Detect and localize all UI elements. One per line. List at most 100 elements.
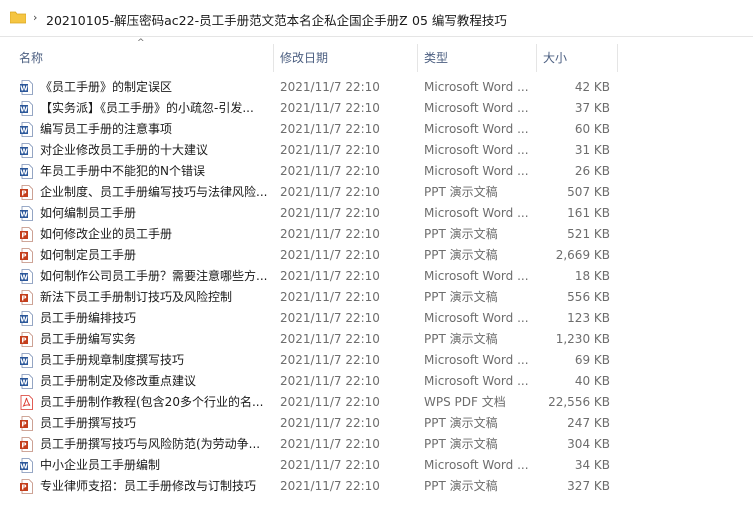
svg-text:W: W bbox=[20, 274, 28, 282]
file-name: 【实务派】《员工手册》的小疏忽-引发... bbox=[40, 101, 254, 115]
file-type: Microsoft Word ... bbox=[424, 164, 529, 178]
file-row[interactable]: W 编写员工手册的注意事项 2021/11/7 22:10 Microsoft Wor… bbox=[0, 119, 753, 140]
ppt-icon: P bbox=[20, 248, 33, 263]
ppt-icon: P bbox=[20, 227, 33, 242]
word-icon: W bbox=[20, 164, 33, 179]
file-date: 2021/11/7 22:10 bbox=[280, 185, 380, 199]
file-size: 40 KB bbox=[574, 374, 610, 388]
file-name: 员工手册制定及修改重点建议 bbox=[40, 374, 197, 388]
chevron-right-icon[interactable]: › bbox=[33, 11, 37, 24]
svg-text:W: W bbox=[20, 127, 28, 135]
file-type: Microsoft Word ... bbox=[424, 374, 529, 388]
file-name: 编写员工手册的注意事项 bbox=[40, 122, 173, 136]
file-type: Microsoft Word ... bbox=[424, 206, 529, 220]
file-row[interactable]: W 如何制作公司员工手册？需要注意哪些方... 2021/11/7 22:10 Mic… bbox=[0, 266, 753, 287]
file-size: 26 KB bbox=[574, 164, 610, 178]
file-name: 员工手册编排技巧 bbox=[40, 311, 137, 325]
column-divider[interactable] bbox=[273, 44, 274, 72]
file-type: PPT 演示文稿 bbox=[424, 290, 498, 304]
file-type: WPS PDF 文档 bbox=[424, 395, 506, 409]
svg-text:P: P bbox=[21, 253, 26, 261]
file-name: 员工手册撰写技巧 bbox=[40, 416, 137, 430]
column-header-date[interactable]: 修改日期 bbox=[280, 44, 328, 72]
file-size: 34 KB bbox=[574, 458, 610, 472]
file-row[interactable]: P 新法下员工手册制订技巧及风险控制 2021/11/7 22:10 PPT 演示文稿… bbox=[0, 287, 753, 308]
file-type: Microsoft Word ... bbox=[424, 143, 529, 157]
file-row[interactable]: W 《员工手册》的制定误区 2021/11/7 22:10 Microsoft Wor… bbox=[0, 77, 753, 98]
file-date: 2021/11/7 22:10 bbox=[280, 143, 380, 157]
chevron-right-icon[interactable]: › bbox=[399, 11, 403, 24]
file-row[interactable]: P 员工手册编写实务 2021/11/7 22:10 PPT 演示文稿 1,230 KB bbox=[0, 329, 753, 350]
file-name: 如何修改企业的员工手册 bbox=[40, 227, 173, 241]
file-type: Microsoft Word ... bbox=[424, 122, 529, 136]
file-row[interactable]: W 如何编制员工手册 2021/11/7 22:10 Microsoft Word .… bbox=[0, 203, 753, 224]
column-divider[interactable] bbox=[417, 44, 418, 72]
file-size: 37 KB bbox=[574, 101, 610, 115]
file-row[interactable]: 员工手册制作教程(包含20多个行业的名... 2021/11/7 22:10 WPS… bbox=[0, 392, 753, 413]
file-row[interactable]: W 【实务派】《员工手册》的小疏忽-引发... 2021/11/7 22:10 Mic… bbox=[0, 98, 753, 119]
file-date: 2021/11/7 22:10 bbox=[280, 395, 380, 409]
file-type: Microsoft Word ... bbox=[424, 458, 529, 472]
ppt-icon: P bbox=[20, 479, 33, 494]
file-name: 如何制作公司员工手册？需要注意哪些方... bbox=[40, 269, 268, 283]
file-date: 2021/11/7 22:10 bbox=[280, 101, 380, 115]
file-row[interactable]: P 企业制度、员工手册编写技巧与法律风险... 2021/11/7 22:10 PPT… bbox=[0, 182, 753, 203]
file-date: 2021/11/7 22:10 bbox=[280, 479, 380, 493]
file-date: 2021/11/7 22:10 bbox=[280, 290, 380, 304]
file-date: 2021/11/7 22:10 bbox=[280, 332, 380, 346]
file-row[interactable]: P 员工手册撰写技巧 2021/11/7 22:10 PPT 演示文稿 247 KB bbox=[0, 413, 753, 434]
file-row[interactable]: P 如何修改企业的员工手册 2021/11/7 22:10 PPT 演示文稿 521 K… bbox=[0, 224, 753, 245]
folder-icon bbox=[10, 11, 26, 24]
file-name: 中小企业员工手册编制 bbox=[40, 458, 161, 472]
address-bar[interactable]: › 20210105-解压密码ac22-员工手册范文范本名企私企国企手册Z › … bbox=[0, 0, 753, 37]
file-type: Microsoft Word ... bbox=[424, 353, 529, 367]
breadcrumb-item-current[interactable]: 05 编写教程技巧 bbox=[412, 10, 507, 29]
file-type: Microsoft Word ... bbox=[424, 80, 529, 94]
file-date: 2021/11/7 22:10 bbox=[280, 227, 380, 241]
file-row[interactable]: W 中小企业员工手册编制 2021/11/7 22:10 Microsoft Word… bbox=[0, 455, 753, 476]
column-header-name[interactable]: 名称 bbox=[19, 44, 43, 72]
file-row[interactable]: W 员工手册制定及修改重点建议 2021/11/7 22:10 Microsoft W… bbox=[0, 371, 753, 392]
file-name: 如何制定员工手册 bbox=[40, 248, 137, 262]
file-list: W 《员工手册》的制定误区 2021/11/7 22:10 Microsoft Wor… bbox=[0, 77, 753, 497]
file-size: 22,556 KB bbox=[548, 395, 610, 409]
file-type: Microsoft Word ... bbox=[424, 269, 529, 283]
file-date: 2021/11/7 22:10 bbox=[280, 458, 380, 472]
file-date: 2021/11/7 22:10 bbox=[280, 206, 380, 220]
breadcrumb-item-root[interactable]: 20210105-解压密码ac22-员工手册范文范本名企私企国企手册Z bbox=[46, 10, 408, 29]
word-icon: W bbox=[20, 374, 33, 389]
file-name: 员工手册编写实务 bbox=[40, 332, 137, 346]
svg-text:P: P bbox=[21, 421, 26, 429]
file-size: 556 KB bbox=[567, 290, 610, 304]
svg-text:W: W bbox=[20, 316, 28, 324]
file-size: 2,669 KB bbox=[555, 248, 610, 262]
file-size: 42 KB bbox=[574, 80, 610, 94]
column-divider[interactable] bbox=[536, 44, 537, 72]
file-name: 如何编制员工手册 bbox=[40, 206, 137, 220]
file-size: 521 KB bbox=[567, 227, 610, 241]
file-row[interactable]: P 员工手册撰写技巧与风险防范(为劳动争... 2021/11/7 22:10 PPT… bbox=[0, 434, 753, 455]
ppt-icon: P bbox=[20, 185, 33, 200]
file-row[interactable]: W 员工手册规章制度撰写技巧 2021/11/7 22:10 Microsoft Wo… bbox=[0, 350, 753, 371]
file-size: 161 KB bbox=[567, 206, 610, 220]
file-name: 年员工手册中不能犯的N个错误 bbox=[40, 164, 205, 178]
file-row[interactable]: W 对企业修改员工手册的十大建议 2021/11/7 22:10 Microsoft … bbox=[0, 140, 753, 161]
column-header-type[interactable]: 类型 bbox=[424, 44, 448, 72]
file-type: PPT 演示文稿 bbox=[424, 416, 498, 430]
column-divider[interactable] bbox=[617, 44, 618, 72]
column-header-size[interactable]: 大小 bbox=[543, 44, 567, 72]
file-row[interactable]: P 如何制定员工手册 2021/11/7 22:10 PPT 演示文稿 2,669 KB bbox=[0, 245, 753, 266]
svg-text:P: P bbox=[21, 295, 26, 303]
file-date: 2021/11/7 22:10 bbox=[280, 122, 380, 136]
file-date: 2021/11/7 22:10 bbox=[280, 437, 380, 451]
ppt-icon: P bbox=[20, 437, 33, 452]
file-size: 123 KB bbox=[567, 311, 610, 325]
file-row[interactable]: W 员工手册编排技巧 2021/11/7 22:10 Microsoft Word .… bbox=[0, 308, 753, 329]
file-row[interactable]: P 专业律师支招：员工手册修改与订制技巧 2021/11/7 22:10 PPT 演示… bbox=[0, 476, 753, 497]
file-size: 18 KB bbox=[574, 269, 610, 283]
file-date: 2021/11/7 22:10 bbox=[280, 248, 380, 262]
file-row[interactable]: W 年员工手册中不能犯的N个错误 2021/11/7 22:10 Microsoft … bbox=[0, 161, 753, 182]
file-size: 304 KB bbox=[567, 437, 610, 451]
file-type: Microsoft Word ... bbox=[424, 311, 529, 325]
file-date: 2021/11/7 22:10 bbox=[280, 311, 380, 325]
